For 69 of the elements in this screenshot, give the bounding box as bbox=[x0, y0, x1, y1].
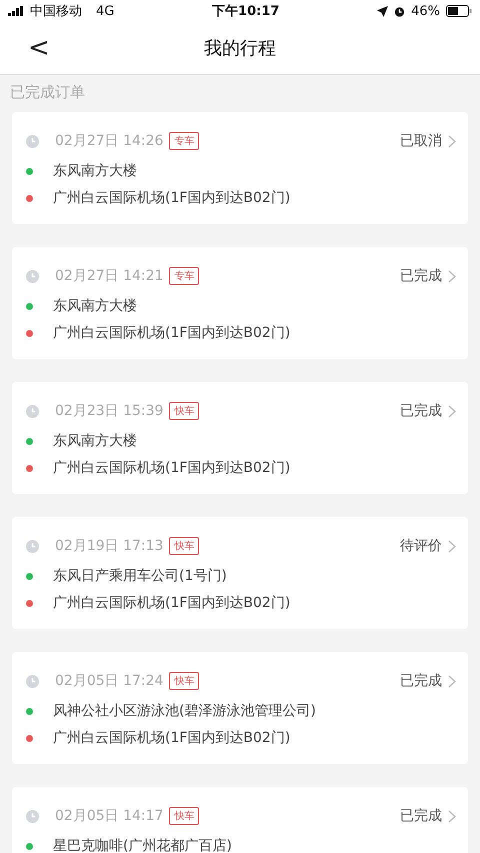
trip-status[interactable]: 已完成 bbox=[400, 672, 456, 690]
start-dot bbox=[26, 572, 33, 580]
trip-card[interactable]: 02月27日 14:21 专车 已完成 东风南方大楼 广州白云国际机场(1F国内到达B02门) bbox=[12, 247, 468, 359]
chevron-icon bbox=[448, 540, 456, 552]
pickup-address: 东风南方大楼 bbox=[53, 162, 137, 180]
trip-time: 02月27日 14:21 bbox=[55, 267, 164, 285]
start-dot bbox=[26, 438, 33, 444]
dropoff-address: 广州白云国际机场(1F国内到达B02门) bbox=[53, 189, 290, 207]
start-dot bbox=[26, 302, 33, 310]
dropoff-address: 广州白云国际机场(1F国内到达B02门) bbox=[53, 459, 290, 477]
pickup-address: 星巴克咖啡(广州花都广百店) bbox=[53, 837, 232, 853]
clock-time: 下午10:17 bbox=[211, 3, 280, 20]
trip-status[interactable]: 已完成 bbox=[400, 402, 456, 420]
car-type-tag: 专车 bbox=[169, 267, 200, 285]
start-dot bbox=[26, 168, 33, 174]
back-button[interactable]: < bbox=[0, 33, 60, 63]
trip-time: 02月27日 14:26 bbox=[55, 132, 164, 150]
dropoff-address: 广州白云国际机场(1F国内到达B02门) bbox=[53, 729, 290, 747]
trip-card[interactable]: 02月19日 17:13 快车 待评价 东风日产乘用车公司(1号门) 广州白云国际机场(1F国内到达B02门) bbox=[12, 517, 468, 629]
end-dot bbox=[26, 734, 33, 742]
car-type-tag: 快车 bbox=[169, 537, 200, 555]
trip-time: 02月23日 15:39 bbox=[55, 402, 164, 420]
alarm-icon bbox=[394, 6, 406, 16]
pickup-address: 风神公社小区游泳池(碧泽游泳池管理公司) bbox=[53, 702, 316, 720]
dropoff-address: 广州白云国际机场(1F国内到达B02门) bbox=[53, 594, 290, 612]
trip-status[interactable]: 已完成 bbox=[400, 807, 456, 825]
end-dot bbox=[26, 330, 33, 336]
carrier-name: 中国移动 bbox=[30, 3, 82, 20]
end-dot bbox=[26, 194, 33, 202]
start-dot bbox=[26, 708, 33, 714]
car-type-tag: 快车 bbox=[169, 672, 200, 690]
chevron-icon bbox=[448, 810, 456, 822]
clock-icon bbox=[26, 404, 39, 418]
trip-status[interactable]: 已完成 bbox=[400, 267, 456, 285]
car-type-tag: 快车 bbox=[169, 807, 200, 825]
section-title: 已完成订单 bbox=[9, 82, 86, 103]
trip-card[interactable]: 02月05日 17:24 快车 已完成 风神公社小区游泳池(碧泽游泳池管理公司) 广州白云国际机场(1F国内到达B02门) bbox=[12, 652, 468, 764]
car-type-tag: 专车 bbox=[169, 132, 200, 150]
trip-time: 02月05日 17:24 bbox=[55, 672, 164, 690]
car-type-tag: 快车 bbox=[169, 402, 200, 420]
chevron-icon bbox=[448, 270, 456, 282]
end-dot bbox=[26, 464, 33, 472]
trip-status[interactable]: 已取消 bbox=[400, 132, 456, 150]
signal-icon bbox=[8, 6, 24, 16]
trip-time: 02月05日 14:17 bbox=[55, 807, 164, 825]
pickup-address: 东风南方大楼 bbox=[53, 432, 137, 450]
start-dot bbox=[26, 842, 33, 850]
clock-icon bbox=[26, 134, 39, 148]
dropoff-address: 广州白云国际机场(1F国内到达B02门) bbox=[53, 324, 290, 342]
pickup-address: 东风南方大楼 bbox=[53, 297, 137, 315]
trip-time: 02月19日 17:13 bbox=[55, 537, 164, 555]
pickup-address: 东风日产乘用车公司(1号门) bbox=[53, 567, 227, 585]
trip-status[interactable]: 待评价 bbox=[400, 537, 456, 555]
chevron-icon bbox=[448, 404, 456, 418]
network-type: 4G bbox=[96, 4, 114, 18]
end-dot bbox=[26, 600, 33, 606]
battery-percent: 46% bbox=[411, 4, 440, 18]
trip-card[interactable]: 02月23日 15:39 快车 已完成 东风南方大楼 广州白云国际机场(1F国内到达B02门) bbox=[12, 382, 468, 494]
clock-icon bbox=[26, 270, 39, 282]
chevron-icon bbox=[448, 674, 456, 688]
trip-card[interactable]: 02月27日 14:26 专车 已取消 东风南方大楼 广州白云国际机场(1F国内到达B02门) bbox=[12, 112, 468, 224]
trip-card[interactable]: 02月05日 14:17 快车 已完成 星巴克咖啡(广州花都广百店) bbox=[12, 787, 468, 853]
clock-icon bbox=[26, 810, 39, 822]
chevron-icon bbox=[448, 134, 456, 148]
clock-icon bbox=[26, 540, 39, 552]
page-title: 我的行程 bbox=[204, 37, 276, 60]
battery-icon bbox=[446, 5, 472, 17]
location-arrow-icon bbox=[377, 6, 388, 16]
clock-icon bbox=[26, 674, 39, 688]
